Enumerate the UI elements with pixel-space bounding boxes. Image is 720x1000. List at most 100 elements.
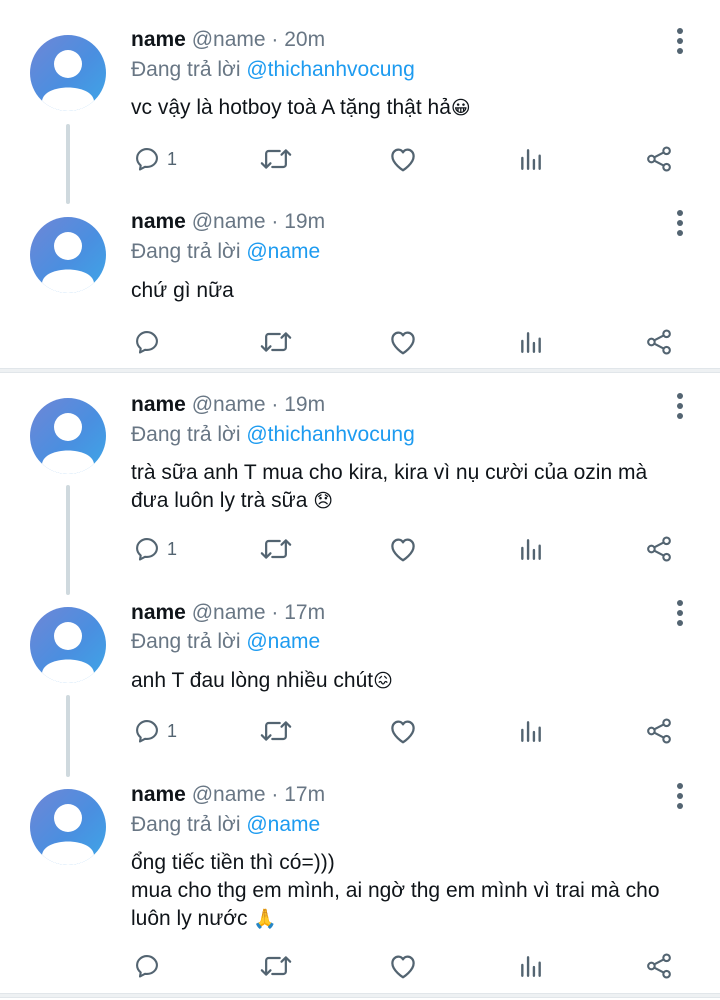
share-button[interactable]: [645, 529, 673, 569]
avatar[interactable]: [30, 789, 106, 865]
emoji: 😀: [450, 97, 471, 119]
tweet-text: anh T đau lòng nhiều chút😖: [131, 667, 701, 695]
like-button[interactable]: [388, 711, 418, 751]
views-chart-icon: [521, 332, 541, 353]
reply-icon: [136, 720, 158, 743]
tweet-text: chứ gì nữa: [131, 277, 701, 305]
views-button[interactable]: [518, 711, 544, 751]
handle[interactable]: @name: [192, 601, 266, 624]
mention-link[interactable]: @thichanhvocung: [246, 58, 414, 81]
views-chart-icon: [521, 149, 541, 170]
retweet-icon: [260, 149, 292, 169]
retweet-button[interactable]: [260, 529, 292, 569]
reply-button[interactable]: 1: [133, 529, 177, 569]
timestamp[interactable]: · 19m: [271, 393, 325, 416]
share-icon: [647, 953, 671, 979]
views-button[interactable]: [518, 322, 544, 362]
handle[interactable]: @name: [192, 28, 266, 51]
retweet-button[interactable]: [260, 711, 292, 751]
timestamp[interactable]: · 17m: [271, 601, 325, 624]
more-vertical-icon[interactable]: [668, 596, 692, 630]
tweet[interactable]: name @name · 17m Đang trả lời @name ổng …: [0, 765, 720, 993]
action-bar: [0, 946, 720, 986]
replying-prefix: Đang trả lời: [131, 240, 241, 263]
share-button[interactable]: [645, 711, 673, 751]
reply-icon: [136, 148, 158, 171]
like-button[interactable]: [388, 322, 418, 362]
reply-button[interactable]: [133, 946, 167, 986]
tweet[interactable]: name @name · 19m Đang trả lời @name chứ …: [0, 186, 720, 368]
avatar[interactable]: [30, 398, 106, 474]
reply-button[interactable]: [133, 322, 167, 362]
handle[interactable]: @name: [192, 783, 266, 806]
retweet-button[interactable]: [260, 946, 292, 986]
views-button[interactable]: [518, 139, 544, 179]
mention-link[interactable]: @thichanhvocung: [246, 423, 414, 446]
avatar[interactable]: [30, 607, 106, 683]
reply-button[interactable]: 1: [133, 139, 177, 179]
heart-icon: [391, 955, 415, 979]
tweet-header: name @name · 17m: [131, 781, 325, 809]
tweet-header: name @name · 20m: [131, 26, 325, 54]
like-button[interactable]: [388, 529, 418, 569]
retweet-button[interactable]: [260, 322, 292, 362]
tweet-text-content: anh T đau lòng nhiều chút: [131, 669, 374, 692]
tweet-text-content: chứ gì nữa: [131, 279, 234, 302]
like-button[interactable]: [388, 946, 418, 986]
avatar[interactable]: [30, 217, 106, 293]
tweet-header: name @name · 19m: [131, 208, 325, 236]
reply-button[interactable]: 1: [133, 711, 177, 751]
retweet-icon: [260, 332, 292, 352]
tweet-text-content: vc vậy là hotboy toà A tặng thật hả: [131, 96, 451, 119]
handle[interactable]: @name: [192, 393, 266, 416]
display-name[interactable]: name: [131, 210, 186, 233]
action-bar: [0, 322, 720, 362]
heart-icon: [391, 538, 415, 562]
display-name[interactable]: name: [131, 28, 186, 51]
retweet-button[interactable]: [260, 139, 292, 179]
emoji: 😞: [313, 490, 334, 512]
mention-link[interactable]: @name: [246, 630, 320, 653]
more-vertical-icon[interactable]: [668, 24, 692, 58]
tweet[interactable]: name @name · 17m Đang trả lời @name anh …: [0, 583, 720, 777]
share-icon: [647, 329, 671, 355]
tweet-text-content: trà sữa anh T mua cho kira, kira vì nụ c…: [131, 461, 648, 512]
heart-icon: [391, 720, 415, 744]
action-bar: 1: [0, 139, 720, 179]
emoji: 😖: [373, 670, 393, 692]
share-icon: [647, 146, 671, 172]
share-button[interactable]: [645, 322, 673, 362]
views-chart-icon: [521, 539, 541, 560]
more-vertical-icon[interactable]: [668, 389, 692, 423]
mention-link[interactable]: @name: [246, 813, 320, 836]
reply-icon: [136, 538, 158, 561]
views-button[interactable]: [518, 946, 544, 986]
handle[interactable]: @name: [192, 210, 266, 233]
reply-count: 1: [167, 538, 178, 559]
display-name[interactable]: name: [131, 783, 186, 806]
more-vertical-icon[interactable]: [668, 206, 692, 240]
tweet[interactable]: name @name · 19m Đang trả lời @thichanhv…: [0, 373, 720, 595]
timestamp[interactable]: · 19m: [271, 210, 325, 233]
share-button[interactable]: [645, 139, 673, 179]
avatar[interactable]: [30, 35, 106, 111]
more-vertical-icon[interactable]: [668, 779, 692, 813]
timestamp[interactable]: · 20m: [271, 28, 325, 51]
share-button[interactable]: [645, 946, 673, 986]
like-button[interactable]: [388, 139, 418, 179]
replying-prefix: Đang trả lời: [131, 630, 241, 653]
display-name[interactable]: name: [131, 601, 186, 624]
replying-to-line: Đang trả lời @thichanhvocung: [131, 56, 415, 84]
replying-to-line: Đang trả lời @thichanhvocung: [131, 421, 415, 449]
display-name[interactable]: name: [131, 393, 186, 416]
action-bar: 1: [0, 529, 720, 569]
replying-to-line: Đang trả lời @name: [131, 811, 320, 839]
mention-link[interactable]: @name: [246, 240, 320, 263]
tweet[interactable]: name @name · 20m Đang trả lời @thichanhv…: [0, 0, 720, 204]
tweet-text: trà sữa anh T mua cho kira, kira vì nụ c…: [131, 459, 701, 515]
views-chart-icon: [521, 956, 541, 977]
timestamp[interactable]: · 17m: [271, 783, 325, 806]
views-button[interactable]: [518, 529, 544, 569]
reply-icon: [136, 331, 158, 354]
views-chart-icon: [521, 721, 541, 742]
